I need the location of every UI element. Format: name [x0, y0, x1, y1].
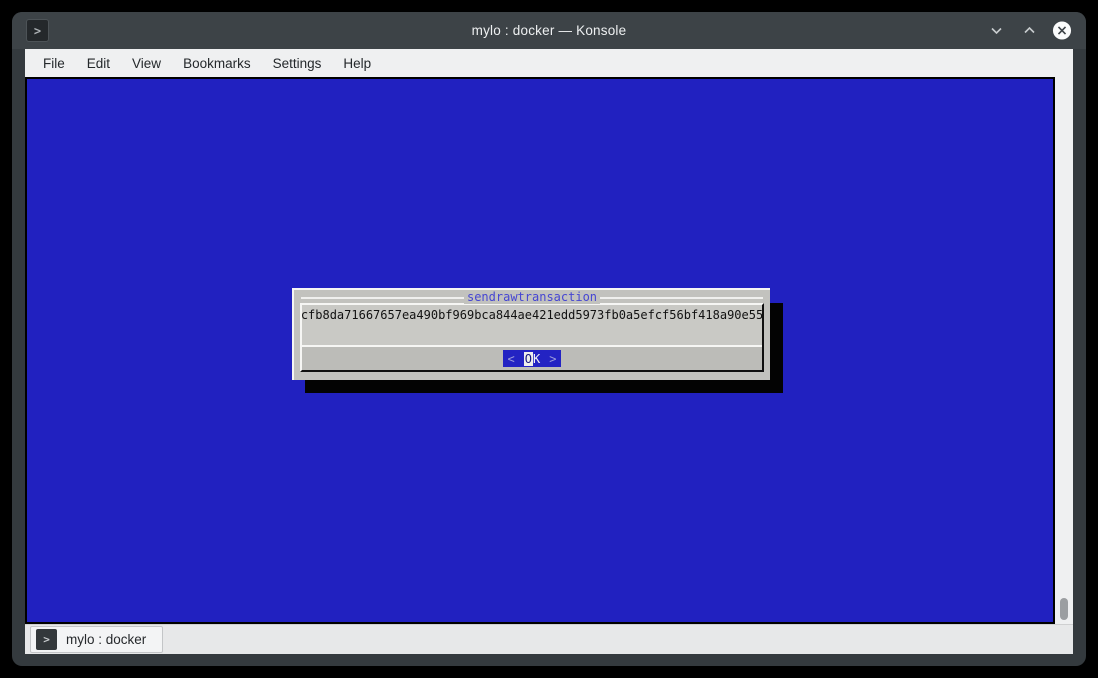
terminal-tab-icon: >	[36, 629, 57, 650]
ok-label-rest: K	[533, 352, 540, 366]
maximize-button[interactable]	[1019, 21, 1039, 41]
ok-button[interactable]: < O K >	[503, 350, 562, 367]
tui-dialog: sendrawtransaction cfb8da71667657ea490bf…	[292, 288, 770, 380]
close-icon	[1052, 20, 1072, 41]
titlebar[interactable]: > mylo : docker — Konsole	[12, 12, 1086, 49]
terminal-scrollbar[interactable]	[1055, 77, 1073, 624]
dialog-message: cfb8da71667657ea490bf969bca844ae421edd59…	[302, 305, 762, 345]
menu-file[interactable]: File	[32, 52, 76, 75]
client-area: File Edit View Bookmarks Settings Help s…	[25, 49, 1073, 654]
menubar: File Edit View Bookmarks Settings Help	[25, 49, 1073, 77]
terminal-screen[interactable]: sendrawtransaction cfb8da71667657ea490bf…	[25, 77, 1055, 624]
window-title: mylo : docker — Konsole	[12, 23, 1086, 38]
tab-icon-glyph: >	[43, 633, 50, 646]
konsole-icon-glyph: >	[34, 24, 41, 38]
menu-edit[interactable]: Edit	[76, 52, 121, 75]
ok-close-bracket: >	[549, 352, 556, 366]
dialog-button-row: < O K >	[302, 345, 762, 370]
ok-cursor-char: O	[524, 352, 533, 366]
chevron-up-icon	[1022, 23, 1037, 38]
konsole-app-icon: >	[26, 19, 49, 42]
tabbar: > mylo : docker	[25, 624, 1073, 654]
menu-settings[interactable]: Settings	[262, 52, 333, 75]
dialog-title-row: sendrawtransaction	[294, 290, 770, 304]
tab-mylo-docker[interactable]: > mylo : docker	[30, 626, 163, 653]
scrollbar-thumb[interactable]	[1060, 598, 1068, 620]
chevron-down-icon	[989, 23, 1004, 38]
dialog-title: sendrawtransaction	[464, 290, 600, 304]
konsole-window: > mylo : docker — Konsole	[12, 12, 1086, 666]
window-controls	[986, 21, 1072, 41]
menu-help[interactable]: Help	[332, 52, 382, 75]
menu-view[interactable]: View	[121, 52, 172, 75]
terminal-row: sendrawtransaction cfb8da71667657ea490bf…	[25, 77, 1073, 624]
menu-bookmarks[interactable]: Bookmarks	[172, 52, 262, 75]
minimize-button[interactable]	[986, 21, 1006, 41]
ok-open-bracket: <	[508, 352, 515, 366]
dialog-inner-box: cfb8da71667657ea490bf969bca844ae421edd59…	[300, 303, 764, 372]
close-button[interactable]	[1052, 21, 1072, 41]
tab-label: mylo : docker	[66, 632, 146, 647]
